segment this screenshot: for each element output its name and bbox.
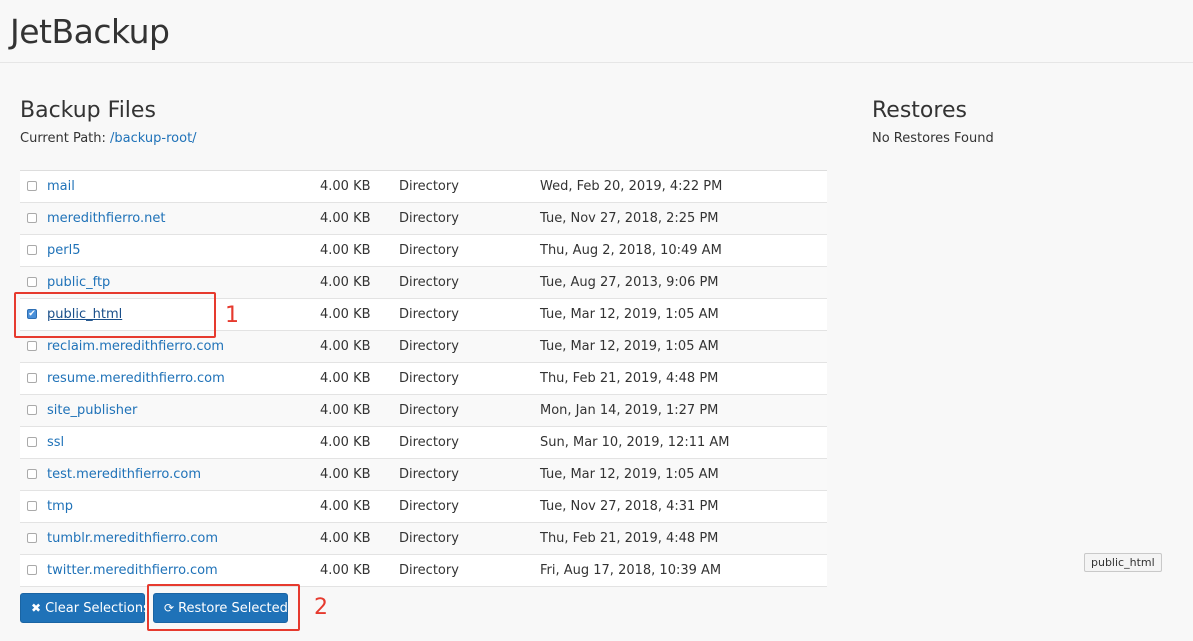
app-title: JetBackup	[10, 12, 170, 51]
file-name-link[interactable]: mail	[47, 179, 75, 194]
file-name-link[interactable]: tumblr.meredithfierro.com	[47, 531, 218, 546]
file-name-link[interactable]: tmp	[47, 499, 73, 514]
file-name-link[interactable]: test.meredithfierro.com	[47, 467, 201, 482]
table-row[interactable]: ssl 4.00 KB Directory Sun, Mar 10, 2019, 12…	[20, 427, 827, 459]
file-date: Tue, Mar 12, 2019, 1:05 AM	[540, 307, 719, 322]
file-date: Sun, Mar 10, 2019, 12:11 AM	[540, 435, 730, 450]
file-size: 4.00 KB	[320, 403, 371, 418]
no-restores-text: No Restores Found	[872, 131, 994, 146]
table-row[interactable]: perl5 4.00 KB Directory Thu, Aug 2, 2018, 1…	[20, 235, 827, 267]
file-date: Mon, Jan 14, 2019, 1:27 PM	[540, 403, 719, 418]
backup-files-table: mail 4.00 KB Directory Wed, Feb 20, 2019, 4…	[20, 170, 827, 587]
table-row[interactable]: resume.meredithfierro.com 4.00 KB Director…	[20, 363, 827, 395]
annotation-1: 1	[225, 303, 239, 328]
file-name-link[interactable]: reclaim.meredithfierro.com	[47, 339, 224, 354]
annotation-2: 2	[314, 595, 328, 620]
row-checkbox[interactable]	[27, 245, 37, 255]
table-row[interactable]: tmp 4.00 KB Directory Tue, Nov 27, 2018, 4:…	[20, 491, 827, 523]
row-checkbox[interactable]	[27, 533, 37, 543]
file-date: Tue, Mar 12, 2019, 1:05 AM	[540, 467, 719, 482]
file-size: 4.00 KB	[320, 211, 371, 226]
file-type: Directory	[399, 563, 459, 578]
row-checkbox[interactable]	[27, 405, 37, 415]
file-size: 4.00 KB	[320, 339, 371, 354]
clear-selections-label: Clear Selections	[45, 601, 150, 616]
file-type: Directory	[399, 531, 459, 546]
file-type: Directory	[399, 499, 459, 514]
table-row[interactable]: test.meredithfierro.com 4.00 KB Directory T…	[20, 459, 827, 491]
file-type: Directory	[399, 403, 459, 418]
file-type: Directory	[399, 211, 459, 226]
file-date: Thu, Aug 2, 2018, 10:49 AM	[540, 243, 722, 258]
file-date: Tue, Nov 27, 2018, 2:25 PM	[540, 211, 719, 226]
file-type: Directory	[399, 179, 459, 194]
file-date: Tue, Mar 12, 2019, 1:05 AM	[540, 339, 719, 354]
file-size: 4.00 KB	[320, 499, 371, 514]
file-name-link[interactable]: resume.meredithfierro.com	[47, 371, 225, 386]
row-checkbox[interactable]	[27, 213, 37, 223]
restores-title: Restores	[872, 98, 967, 123]
file-type: Directory	[399, 435, 459, 450]
file-size: 4.00 KB	[320, 243, 371, 258]
file-date: Tue, Aug 27, 2013, 9:06 PM	[540, 275, 719, 290]
table-row[interactable]: twitter.meredithfierro.com 4.00 KB Directo…	[20, 555, 827, 587]
file-size: 4.00 KB	[320, 179, 371, 194]
row-checkbox[interactable]	[27, 501, 37, 511]
file-type: Directory	[399, 243, 459, 258]
table-row[interactable]: tumblr.meredithfierro.com 4.00 KB Director…	[20, 523, 827, 555]
row-checkbox[interactable]	[27, 437, 37, 447]
file-type: Directory	[399, 339, 459, 354]
highlight-box-2	[147, 584, 300, 631]
table-row[interactable]: site_publisher 4.00 KB Directory Mon, Jan 1…	[20, 395, 827, 427]
file-size: 4.00 KB	[320, 563, 371, 578]
file-date: Thu, Feb 21, 2019, 4:48 PM	[540, 531, 719, 546]
tooltip: public_html	[1084, 553, 1162, 572]
file-type: Directory	[399, 275, 459, 290]
file-type: Directory	[399, 467, 459, 482]
file-name-link[interactable]: site_publisher	[47, 403, 137, 418]
file-size: 4.00 KB	[320, 531, 371, 546]
x-icon: ✖	[31, 601, 42, 615]
row-checkbox[interactable]	[27, 341, 37, 351]
row-checkbox[interactable]	[27, 373, 37, 383]
row-checkbox[interactable]	[27, 181, 37, 191]
current-path: Current Path: /backup-root/	[20, 131, 197, 146]
file-size: 4.00 KB	[320, 307, 371, 322]
file-size: 4.00 KB	[320, 467, 371, 482]
table-row[interactable]: mail 4.00 KB Directory Wed, Feb 20, 2019, 4…	[20, 171, 827, 203]
current-path-link[interactable]: /backup-root/	[110, 131, 197, 146]
file-name-link[interactable]: twitter.meredithfierro.com	[47, 563, 218, 578]
row-checkbox[interactable]	[27, 469, 37, 479]
file-name-link[interactable]: meredithfierro.net	[47, 211, 165, 226]
file-size: 4.00 KB	[320, 435, 371, 450]
file-name-link[interactable]: perl5	[47, 243, 80, 258]
clear-selections-button[interactable]: ✖ Clear Selections	[20, 593, 150, 623]
row-checkbox[interactable]	[27, 277, 37, 287]
current-path-label: Current Path:	[20, 131, 106, 146]
file-date: Thu, Feb 21, 2019, 4:48 PM	[540, 371, 719, 386]
file-name-link[interactable]: ssl	[47, 435, 64, 450]
highlight-box-1	[14, 292, 216, 338]
row-checkbox[interactable]	[27, 565, 37, 575]
title-divider	[0, 62, 1193, 63]
file-date: Wed, Feb 20, 2019, 4:22 PM	[540, 179, 723, 194]
file-type: Directory	[399, 307, 459, 322]
file-size: 4.00 KB	[320, 371, 371, 386]
file-date: Fri, Aug 17, 2018, 10:39 AM	[540, 563, 722, 578]
table-row[interactable]: meredithfierro.net 4.00 KB Directory Tue, N…	[20, 203, 827, 235]
file-size: 4.00 KB	[320, 275, 371, 290]
file-date: Tue, Nov 27, 2018, 4:31 PM	[540, 499, 719, 514]
backup-files-title: Backup Files	[20, 98, 156, 123]
file-name-link[interactable]: public_ftp	[47, 275, 110, 290]
file-type: Directory	[399, 371, 459, 386]
